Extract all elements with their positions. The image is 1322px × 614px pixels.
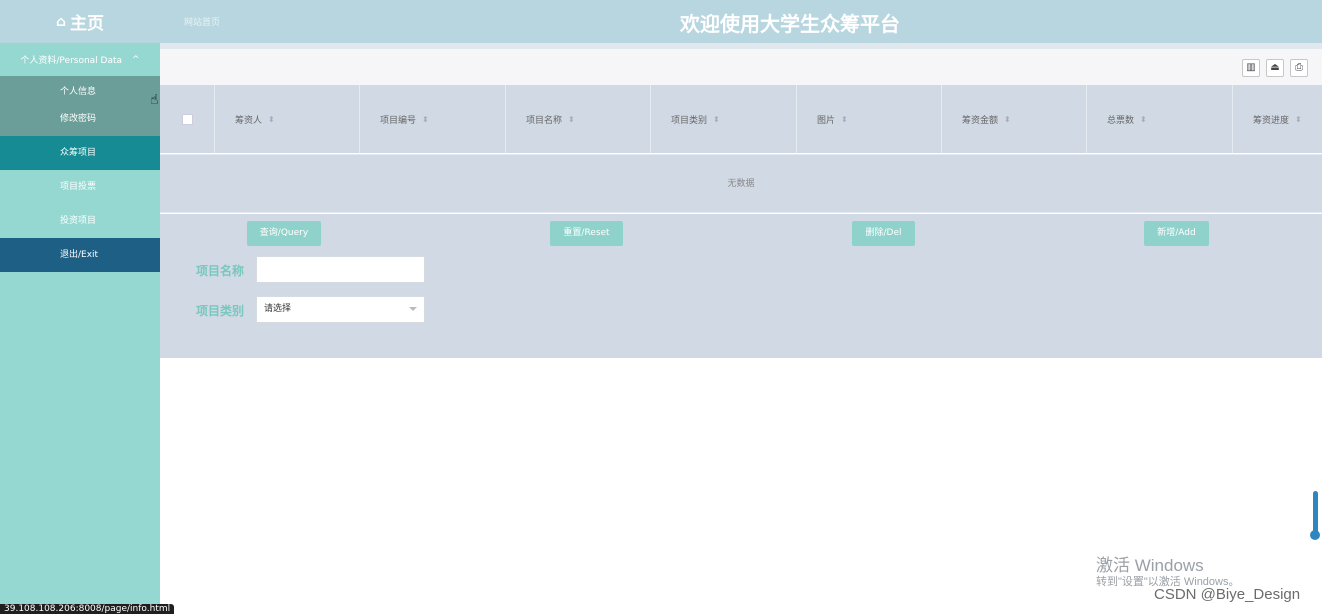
sidebar-item-personal-info[interactable]: 个人信息 [0, 79, 160, 106]
sort-icon: ⬍ [268, 114, 275, 124]
sidebar-item-exit[interactable]: 退出/Exit [0, 238, 160, 272]
empty-table-message: 无数据 [160, 154, 1322, 213]
column-label: 筹资进度 [1253, 115, 1290, 126]
column-header-project-no[interactable]: 项目编号 ⬍ [360, 85, 506, 153]
sidebar-item-project-voting[interactable]: 项目投票 [0, 170, 160, 204]
reset-button[interactable]: 重置/Reset [550, 221, 623, 246]
sort-icon: ⬍ [1004, 114, 1011, 124]
column-label: 项目类别 [671, 115, 708, 126]
column-label: 筹资金额 [962, 115, 999, 126]
print-icon[interactable]: ⎙ [1290, 59, 1308, 77]
project-category-selected: 请选择 [264, 304, 292, 314]
sidebar-item-crowdfunding-projects[interactable]: 众筹项目 [0, 136, 160, 170]
table-toolbar: ▥ ⏏ ⎙ [160, 49, 1322, 85]
columns-icon[interactable]: ▥ [1242, 59, 1260, 77]
sort-icon: ⬍ [841, 114, 848, 124]
column-label: 筹资人 [235, 115, 263, 126]
project-name-input[interactable] [256, 256, 425, 283]
project-category-select[interactable]: 请选择 [256, 296, 425, 323]
project-name-label: 项目名称 [196, 264, 245, 278]
sidebar: 个人资料/Personal Data ^ 个人信息 修改密码 众筹项目 项目投票… [0, 43, 160, 614]
project-category-label: 项目类别 [196, 304, 245, 318]
home-label: 主页 [70, 14, 105, 34]
chevron-up-icon: ^ [132, 54, 140, 65]
delete-button[interactable]: 删除/Del [852, 221, 915, 246]
site-home-link[interactable]: 网站首页 [184, 15, 220, 28]
query-button[interactable]: 查询/Query [247, 221, 321, 246]
column-header-progress[interactable]: 筹资进度 ⬍ [1233, 85, 1322, 153]
sidebar-group-label: 个人资料/Personal Data [20, 56, 123, 66]
column-label: 图片 [817, 115, 836, 126]
column-label: 项目编号 [380, 115, 417, 126]
sidebar-item-change-password[interactable]: 修改密码 [0, 106, 160, 133]
select-all-checkbox[interactable] [182, 113, 193, 125]
sidebar-item-investment-projects[interactable]: 投资项目 [0, 204, 160, 238]
sort-icon: ⬍ [1295, 114, 1302, 124]
sort-icon: ⬍ [713, 114, 720, 124]
home-link[interactable]: ⌂ 主页 [0, 0, 160, 43]
chevron-down-icon [409, 307, 417, 311]
sort-icon: ⬍ [422, 114, 429, 124]
sort-icon: ⬍ [568, 114, 575, 124]
search-form: 查询/Query 重置/Reset 删除/Del 新增/Add 项目名称 项目类… [160, 214, 1322, 358]
column-label: 总票数 [1107, 115, 1135, 126]
sort-icon: ⬍ [1140, 114, 1147, 124]
export-icon[interactable]: ⏏ [1266, 59, 1284, 77]
status-url: 39.108.108.206:8008/page/info.html [0, 604, 175, 614]
column-label: 项目名称 [526, 115, 563, 126]
column-header-amount[interactable]: 筹资金额 ⬍ [942, 85, 1087, 153]
select-all-checkbox-cell [160, 85, 215, 153]
sidebar-submenu: 个人信息 修改密码 [0, 76, 160, 136]
add-button[interactable]: 新增/Add [1144, 221, 1209, 246]
table-header: 筹资人 ⬍ 项目编号 ⬍ 项目名称 ⬍ 项目类别 ⬍ 图片 ⬍ 筹资金额 ⬍ 总票数 ⬍ 筹资… [160, 85, 1322, 153]
column-header-funder[interactable]: 筹资人 ⬍ [215, 85, 360, 153]
top-header: ⌂ 主页 网站首页 欢迎使用大学生众筹平台 [0, 0, 1322, 43]
column-header-total-votes[interactable]: 总票数 ⬍ [1087, 85, 1233, 153]
home-icon: ⌂ [55, 13, 67, 30]
column-header-project-category[interactable]: 项目类别 ⬍ [651, 85, 797, 153]
column-header-project-name[interactable]: 项目名称 ⬍ [506, 85, 651, 153]
watermark: CSDN @Biye_Design [1154, 586, 1301, 603]
scrollbar-thumb[interactable] [1310, 530, 1320, 540]
hand-cursor-icon: ☝ [150, 92, 159, 108]
sidebar-group-personal-data[interactable]: 个人资料/Personal Data ^ [0, 43, 160, 76]
page-title: 欢迎使用大学生众筹平台 [680, 12, 900, 36]
column-header-image[interactable]: 图片 ⬍ [797, 85, 942, 153]
